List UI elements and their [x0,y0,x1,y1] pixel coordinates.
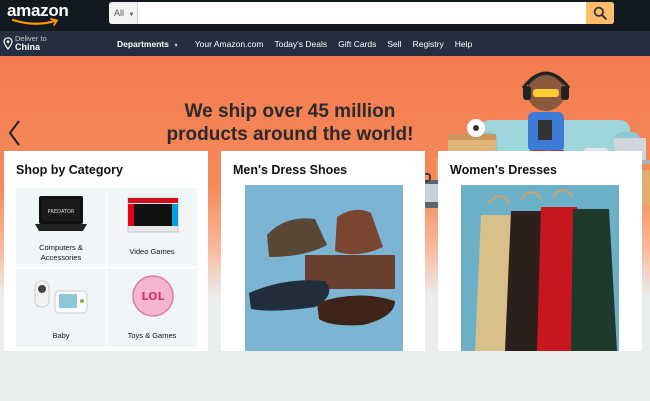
category-baby[interactable]: Baby [16,269,106,347]
caret-down-icon: ▼ [128,12,135,18]
nav-departments[interactable]: Departments ▼ [117,39,179,49]
logo-smile-icon [11,18,59,26]
nav-link-sell[interactable]: Sell [387,39,401,49]
category-toys-games[interactable]: LOL Toys & Games [107,269,197,347]
card-womens-dresses[interactable]: Women's Dresses [438,151,642,351]
nav-bar: Deliver to China Departments ▼ Your Amaz… [0,31,650,56]
shoes-image[interactable] [245,185,403,351]
category-label: Computers & Accessories [16,243,106,263]
nav-links: Departments ▼ Your Amazon.com Today's De… [117,31,483,56]
card-mens-dress-shoes[interactable]: Men's Dress Shoes [221,151,425,351]
category-label: Video Games [129,247,175,256]
nav-link-help[interactable]: Help [455,39,472,49]
lol-surprise-ball-image: LOL [132,275,174,317]
nav-link-registry[interactable]: Registry [413,39,444,49]
departments-label: Departments [117,38,169,49]
laptop-image: PREDATOR [35,196,87,231]
dresses-illustration [461,185,619,351]
location-pin-icon [3,37,13,50]
category-video-games[interactable]: Video Games [107,188,197,266]
nav-link-your-amazon[interactable]: Your Amazon.com [195,39,264,49]
baby-monitor-image [34,280,88,314]
svg-text:LOL: LOL [142,290,165,303]
amazon-logo[interactable]: amazon [7,1,69,27]
chevron-left-icon[interactable] [6,118,22,148]
search-button[interactable] [586,2,614,24]
hero-headline: We ship over 45 million products around … [160,100,420,146]
card-title: Men's Dress Shoes [233,163,348,177]
hero-line-1: We ship over 45 million [184,101,396,122]
dresses-image[interactable] [461,185,619,351]
svg-text:PREDATOR: PREDATOR [48,209,75,215]
category-label: Toys & Games [127,331,177,340]
search-category-label: All [114,8,125,18]
card-title: Shop by Category [16,163,123,177]
search-icon [593,6,607,20]
category-label: Baby [52,331,70,340]
hero-line-2: products around the world! [166,124,414,145]
card-title: Women's Dresses [450,163,557,177]
nav-link-todays-deals[interactable]: Today's Deals [274,39,327,49]
category-label-line2: Accessories [40,253,82,262]
game-console-image [127,197,179,233]
caret-down-icon: ▼ [173,42,179,49]
category-label-line1: Computers & [39,243,83,252]
card-shop-by-category: Shop by Category PREDATOR Computers & Ac… [4,151,208,351]
search-category-dropdown[interactable]: All ▼ [109,2,138,24]
nav-link-gift-cards[interactable]: Gift Cards [338,39,376,49]
search-input[interactable] [139,2,585,24]
top-header: amazon All ▼ [0,0,650,31]
category-computers[interactable]: PREDATOR Computers & Accessories [16,188,106,266]
shoes-illustration [245,185,403,351]
search-bar: All ▼ [109,2,614,24]
deliver-location: China [15,42,41,52]
